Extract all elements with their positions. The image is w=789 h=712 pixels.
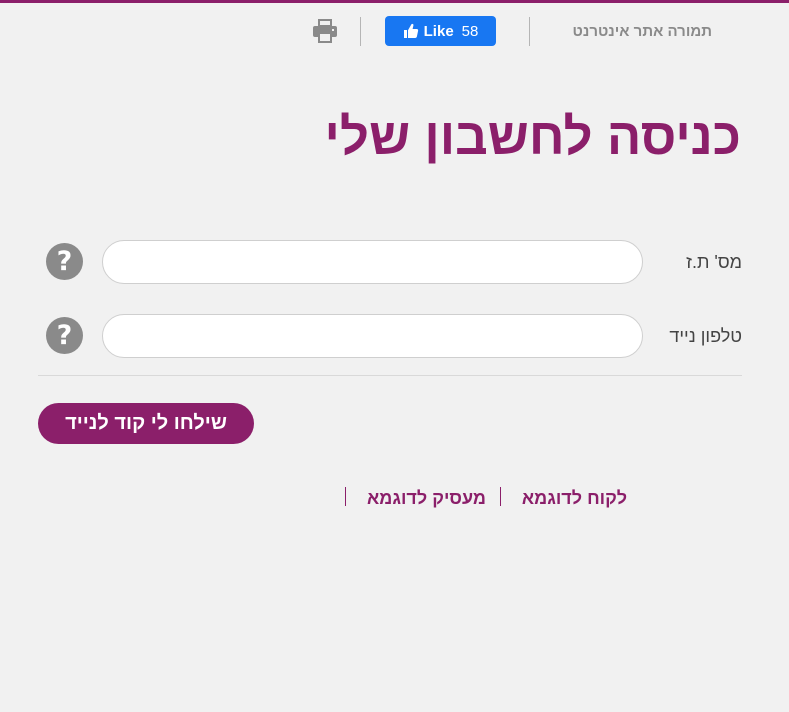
facebook-like-label: Like [423, 22, 454, 40]
id-number-label: מס' ת.ז [686, 252, 742, 272]
facebook-like-count: 58 [461, 22, 479, 40]
sample-employer-link[interactable]: מעסיק לדוגמא [367, 488, 486, 509]
top-bar-divider [360, 17, 361, 46]
question-mark-icon[interactable]: ? [46, 243, 83, 280]
facebook-like-button[interactable]: Like 58 [385, 16, 496, 46]
sample-customer-link[interactable]: לקוח לדוגמא [522, 488, 627, 509]
link-divider [345, 487, 346, 506]
page-title: כניסה לחשבון שלי [324, 108, 741, 165]
mobile-phone-label: טלפון נייד [669, 326, 742, 346]
print-icon [313, 19, 337, 43]
id-number-input[interactable] [102, 240, 643, 284]
top-bar-divider [529, 17, 530, 46]
question-mark-icon[interactable]: ? [46, 317, 83, 354]
id-number-row: מס' ת.ז ? [0, 240, 789, 284]
sample-links: לקוח לדוגמא מעסיק לדוגמא [0, 487, 789, 509]
thumbs-up-icon [403, 23, 418, 38]
print-button[interactable] [312, 18, 338, 44]
send-code-button[interactable]: שילחו לי קוד לנייד [38, 403, 254, 444]
form-divider [38, 375, 742, 376]
site-home-link[interactable]: תמורה אתר אינטרנט [573, 23, 712, 40]
link-divider [500, 487, 501, 506]
mobile-phone-input[interactable] [102, 314, 643, 358]
mobile-phone-row: טלפון נייד ? [0, 314, 789, 358]
top-bar: תמורה אתר אינטרנט Like 58 [0, 14, 789, 48]
